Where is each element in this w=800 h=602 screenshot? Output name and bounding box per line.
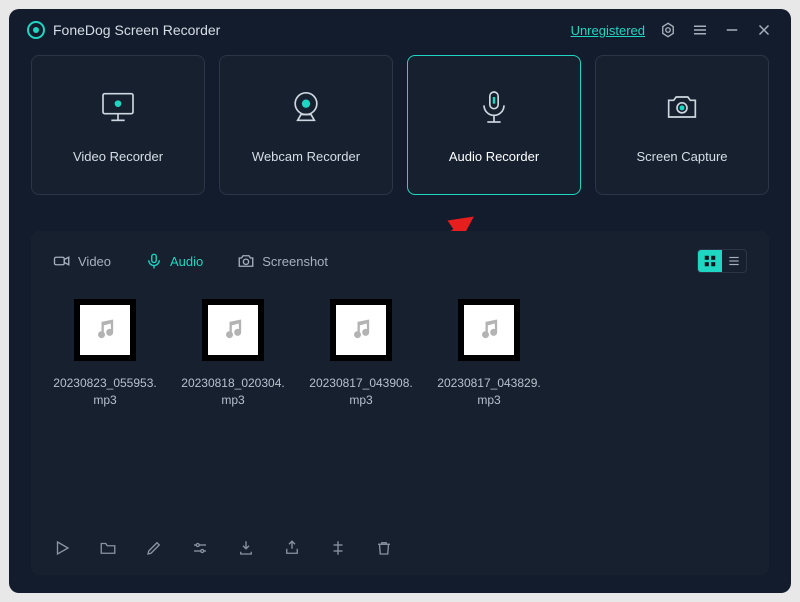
microphone-icon <box>474 87 514 127</box>
tab-audio[interactable]: Audio <box>145 252 203 270</box>
share-icon[interactable] <box>283 539 301 557</box>
file-grid: 20230823_055953.mp3 20230818_020304.mp3 20… <box>31 287 769 421</box>
app-logo-icon <box>27 21 45 39</box>
music-note-icon <box>208 305 258 355</box>
list-view-button[interactable] <box>722 250 746 272</box>
app-window: FoneDog Screen Recorder Unregistered <box>9 9 791 593</box>
file-name: 20230817_043829.mp3 <box>437 375 541 409</box>
microphone-icon <box>145 252 163 270</box>
tab-label: Screenshot <box>262 254 328 269</box>
mode-label: Video Recorder <box>73 149 163 164</box>
sliders-icon[interactable] <box>191 539 209 557</box>
convert-icon[interactable] <box>329 539 347 557</box>
mode-label: Webcam Recorder <box>252 149 360 164</box>
file-item[interactable]: 20230817_043829.mp3 <box>437 299 541 409</box>
menu-icon[interactable] <box>691 21 709 39</box>
camera-icon <box>662 87 702 127</box>
close-icon[interactable] <box>755 21 773 39</box>
mode-video-recorder[interactable]: Video Recorder <box>31 55 205 195</box>
mode-label: Audio Recorder <box>449 149 539 164</box>
title-bar: FoneDog Screen Recorder Unregistered <box>9 9 791 49</box>
unregistered-link[interactable]: Unregistered <box>571 23 645 38</box>
tab-video[interactable]: Video <box>53 252 111 270</box>
mode-label: Screen Capture <box>636 149 727 164</box>
mode-screen-capture[interactable]: Screen Capture <box>595 55 769 195</box>
file-item[interactable]: 20230817_043908.mp3 <box>309 299 413 409</box>
file-thumbnail <box>202 299 264 361</box>
settings-icon[interactable] <box>659 21 677 39</box>
play-icon[interactable] <box>53 539 71 557</box>
grid-view-button[interactable] <box>698 250 722 272</box>
view-toggle <box>697 249 747 273</box>
minimize-icon[interactable] <box>723 21 741 39</box>
folder-icon[interactable] <box>99 539 117 557</box>
file-name: 20230818_020304.mp3 <box>181 375 285 409</box>
mode-audio-recorder[interactable]: Audio Recorder <box>407 55 581 195</box>
library-tabs: Video Audio Screenshot <box>31 231 769 287</box>
music-note-icon <box>336 305 386 355</box>
import-icon[interactable] <box>237 539 255 557</box>
camera-icon <box>237 252 255 270</box>
mode-tiles: Video Recorder Webcam Recorder <box>9 49 791 195</box>
file-item[interactable]: 20230818_020304.mp3 <box>181 299 285 409</box>
music-note-icon <box>464 305 514 355</box>
music-note-icon <box>80 305 130 355</box>
file-thumbnail <box>74 299 136 361</box>
monitor-icon <box>98 87 138 127</box>
file-item[interactable]: 20230823_055953.mp3 <box>53 299 157 409</box>
library-toolbar <box>31 523 769 575</box>
mode-webcam-recorder[interactable]: Webcam Recorder <box>219 55 393 195</box>
file-thumbnail <box>330 299 392 361</box>
tab-screenshot[interactable]: Screenshot <box>237 252 328 270</box>
file-name: 20230823_055953.mp3 <box>53 375 157 409</box>
trash-icon[interactable] <box>375 539 393 557</box>
tab-label: Audio <box>170 254 203 269</box>
title-bar-controls: Unregistered <box>571 21 773 39</box>
file-thumbnail <box>458 299 520 361</box>
file-name: 20230817_043908.mp3 <box>309 375 413 409</box>
webcam-icon <box>286 87 326 127</box>
tab-label: Video <box>78 254 111 269</box>
edit-icon[interactable] <box>145 539 163 557</box>
library-panel: Video Audio Screenshot <box>31 231 769 575</box>
app-title: FoneDog Screen Recorder <box>53 22 220 38</box>
video-icon <box>53 252 71 270</box>
